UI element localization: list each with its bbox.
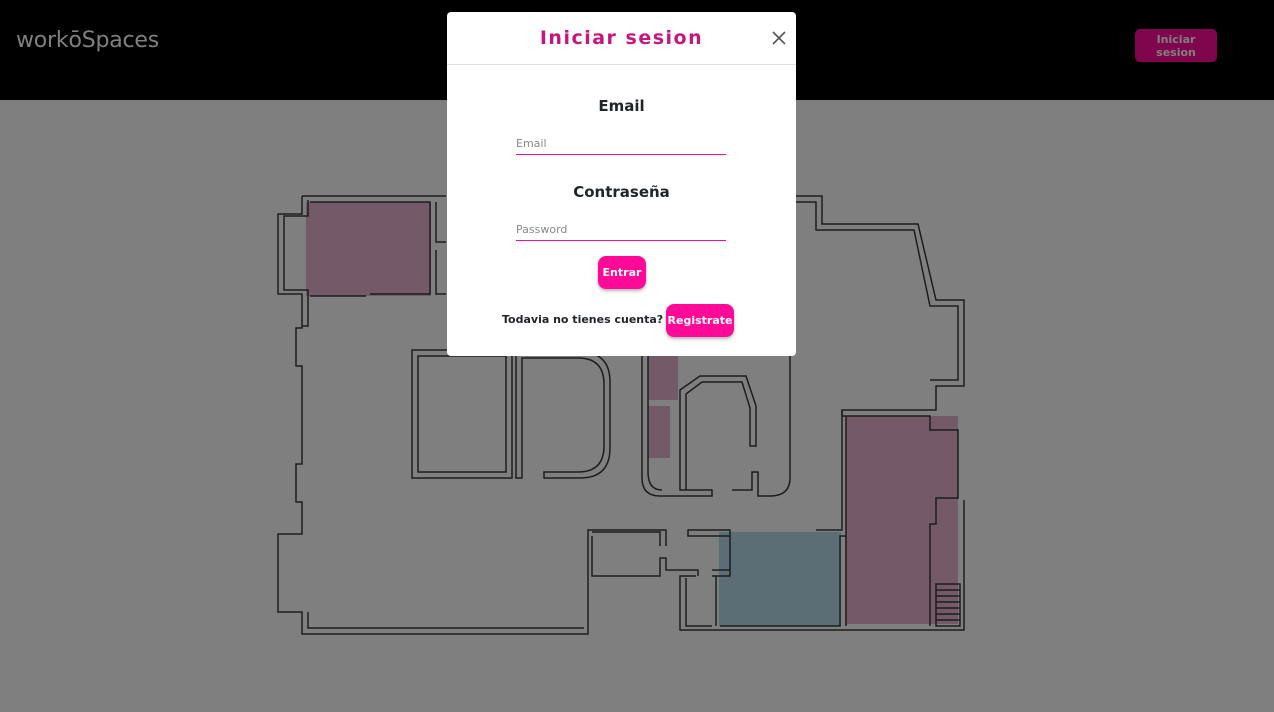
register-button[interactable]: Registrate <box>666 304 734 337</box>
login-modal: Iniciar sesion Email Contraseña Entrar T… <box>447 12 796 356</box>
close-button[interactable] <box>769 28 789 48</box>
email-label: Email <box>598 97 645 115</box>
enter-button[interactable]: Entrar <box>598 256 646 289</box>
modal-header: Iniciar sesion <box>447 12 796 65</box>
close-x-icon <box>772 31 786 45</box>
modal-title: Iniciar sesion <box>539 27 704 49</box>
email-field[interactable] <box>516 133 726 155</box>
password-label: Contraseña <box>573 183 670 201</box>
no-account-text: Todavia no tienes cuenta? <box>502 313 664 326</box>
password-field[interactable] <box>516 219 726 241</box>
